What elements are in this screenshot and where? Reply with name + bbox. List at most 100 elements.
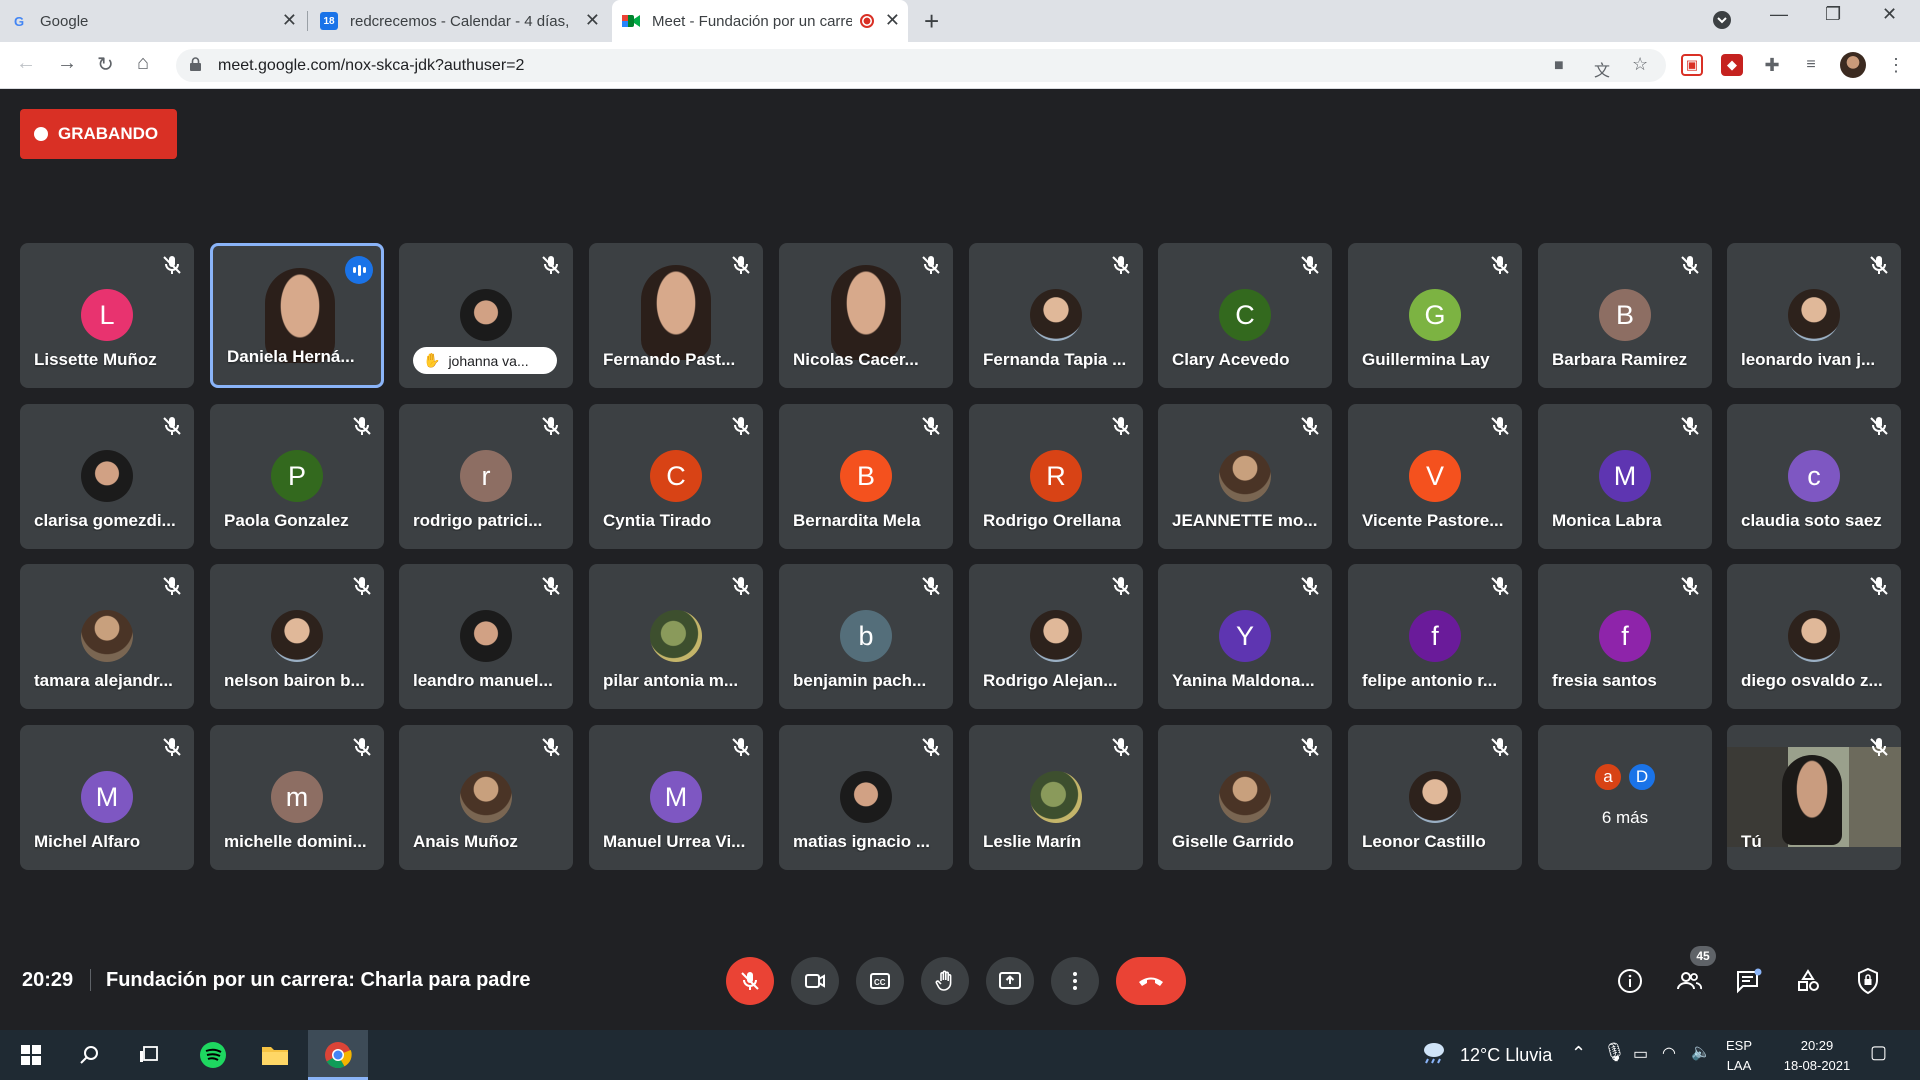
weather-text[interactable]: 12°C Lluvia xyxy=(1460,1045,1552,1066)
weather-icon[interactable] xyxy=(1419,1040,1447,1069)
self-view-tile[interactable]: Tú xyxy=(1727,725,1901,870)
participant-tile[interactable]: JEANNETTE mo... xyxy=(1158,404,1332,549)
participant-tile[interactable]: Anais Muñoz xyxy=(399,725,573,870)
file-explorer-icon[interactable] xyxy=(260,1040,290,1070)
host-controls-button[interactable] xyxy=(1853,966,1883,996)
back-icon[interactable]: ← xyxy=(16,52,36,75)
participant-tile[interactable]: Giselle Garrido xyxy=(1158,725,1332,870)
participant-tile[interactable]: leandro manuel... xyxy=(399,564,573,709)
language-primary[interactable]: ESP xyxy=(1722,1038,1756,1053)
browser-menu-icon[interactable]: ⋮ xyxy=(1885,54,1907,76)
avatar-photo xyxy=(81,450,133,502)
activities-button[interactable] xyxy=(1793,966,1823,996)
translate-icon[interactable]: 文 xyxy=(1594,57,1610,81)
participant-tile[interactable]: b benjamin pach... xyxy=(779,564,953,709)
participant-tile[interactable]: Leonor Castillo xyxy=(1348,725,1522,870)
participant-tile[interactable]: diego osvaldo z... xyxy=(1727,564,1901,709)
participant-tile[interactable]: f felipe antonio r... xyxy=(1348,564,1522,709)
tab-meet[interactable]: Meet - Fundación por un carrera ✕ xyxy=(612,0,908,42)
address-bar[interactable]: meet.google.com/nox-skca-jdk?authuser=2 … xyxy=(176,49,1666,82)
meeting-details-button[interactable] xyxy=(1615,966,1645,996)
tab-google[interactable]: G Google ✕ xyxy=(0,0,305,42)
participant-tile[interactable]: G Guillermina Lay xyxy=(1348,243,1522,388)
lock-icon[interactable] xyxy=(190,57,201,71)
language-secondary[interactable]: LAA xyxy=(1722,1058,1756,1073)
participant-tile[interactable]: Fernando Past... xyxy=(589,243,763,388)
tab-search-icon[interactable] xyxy=(1712,10,1732,35)
puzzle-icon[interactable]: ✚ xyxy=(1761,54,1783,76)
reload-icon[interactable]: ↻ xyxy=(97,52,114,77)
participants-button[interactable] xyxy=(1674,966,1704,996)
taskbar-time[interactable]: 20:29 xyxy=(1768,1038,1866,1053)
chrome-icon[interactable] xyxy=(323,1040,353,1070)
participant-tile[interactable]: Y Yanina Maldona... xyxy=(1158,564,1332,709)
microphone-tray-icon[interactable]: 🎙 xyxy=(1603,1042,1626,1063)
participant-tile[interactable]: matias ignacio ... xyxy=(779,725,953,870)
more-options-button[interactable] xyxy=(1051,957,1099,1005)
participant-name: Daniela Herná... xyxy=(227,347,355,366)
participant-tile[interactable]: Daniela Herná... xyxy=(210,243,384,388)
taskbar-date[interactable]: 18-08-2021 xyxy=(1768,1058,1866,1073)
camera-permission-icon[interactable]: ■ xyxy=(1554,57,1564,75)
participant-tile[interactable]: m michelle domini... xyxy=(210,725,384,870)
captions-button[interactable]: CC xyxy=(856,957,904,1005)
participant-tile[interactable]: Nicolas Cacer... xyxy=(779,243,953,388)
participant-tile[interactable]: f fresia santos xyxy=(1538,564,1712,709)
participant-tile[interactable]: nelson bairon b... xyxy=(210,564,384,709)
more-participants-tile[interactable]: aD 6 más xyxy=(1538,725,1712,870)
participant-tile[interactable]: L Lissette Muñoz xyxy=(20,243,194,388)
leave-call-button[interactable] xyxy=(1116,957,1186,1005)
forward-icon[interactable]: → xyxy=(57,52,77,75)
participant-tile[interactable]: Leslie Marín xyxy=(969,725,1143,870)
notifications-icon[interactable]: ▢ xyxy=(1870,1042,1887,1063)
profile-avatar[interactable] xyxy=(1840,52,1866,78)
participant-tile[interactable]: M Monica Labra xyxy=(1538,404,1712,549)
participant-tile[interactable]: Rodrigo Alejan... xyxy=(969,564,1143,709)
participant-tile[interactable]: R Rodrigo Orellana xyxy=(969,404,1143,549)
spotify-icon[interactable] xyxy=(198,1040,228,1070)
participant-tile[interactable]: B Bernardita Mela xyxy=(779,404,953,549)
participant-tile[interactable]: leonardo ivan j... xyxy=(1727,243,1901,388)
participant-tile[interactable]: c claudia soto saez xyxy=(1727,404,1901,549)
new-tab-button[interactable]: + xyxy=(924,6,939,37)
participant-tile[interactable]: M Manuel Urrea Vi... xyxy=(589,725,763,870)
search-icon[interactable] xyxy=(74,1040,104,1070)
bookmark-star-icon[interactable]: ☆ xyxy=(1632,54,1648,75)
tab-calendar[interactable]: 18 redcrecemos - Calendar - 4 días, ✕ xyxy=(310,0,608,42)
raise-hand-button[interactable] xyxy=(921,957,969,1005)
participant-tile[interactable]: clarisa gomezdi... xyxy=(20,404,194,549)
participant-tile[interactable]: P Paola Gonzalez xyxy=(210,404,384,549)
participant-tile[interactable]: Fernanda Tapia ... xyxy=(969,243,1143,388)
window-close-icon[interactable]: ✕ xyxy=(1882,4,1897,25)
participant-tile[interactable]: M Michel Alfaro xyxy=(20,725,194,870)
participant-tile[interactable]: C Cyntia Tirado xyxy=(589,404,763,549)
minimize-icon[interactable]: — xyxy=(1770,4,1788,25)
task-view-icon[interactable] xyxy=(134,1040,164,1070)
maximize-icon[interactable]: ❐ xyxy=(1825,4,1841,25)
avatar: C xyxy=(650,450,702,502)
chevron-up-icon[interactable]: ⌃ xyxy=(1571,1043,1586,1064)
close-icon[interactable]: ✕ xyxy=(282,10,297,31)
battery-icon[interactable]: ▭ xyxy=(1633,1044,1648,1064)
participant-tile[interactable]: B Barbara Ramirez xyxy=(1538,243,1712,388)
media-control-icon[interactable]: ≡ xyxy=(1800,54,1822,76)
extension-icon[interactable]: ▣ xyxy=(1681,54,1703,76)
participant-tile[interactable]: r rodrigo patrici... xyxy=(399,404,573,549)
participant-tile[interactable]: V Vicente Pastore... xyxy=(1348,404,1522,549)
mic-off-button[interactable] xyxy=(726,957,774,1005)
close-icon[interactable]: ✕ xyxy=(585,10,600,31)
participant-tile[interactable]: ✋ johanna va... xyxy=(399,243,573,388)
wifi-icon[interactable]: ◠ xyxy=(1662,1043,1676,1063)
participant-tile[interactable]: C Clary Acevedo xyxy=(1158,243,1332,388)
participant-tile[interactable]: pilar antonia m... xyxy=(589,564,763,709)
camera-button[interactable] xyxy=(791,957,839,1005)
close-icon[interactable]: ✕ xyxy=(885,10,900,31)
participant-tile[interactable]: tamara alejandr... xyxy=(20,564,194,709)
shield-extension-icon[interactable]: ◆ xyxy=(1721,54,1743,76)
home-icon[interactable]: ⌂ xyxy=(137,52,149,75)
volume-icon[interactable]: 🔈 xyxy=(1691,1042,1711,1062)
windows-start-icon[interactable] xyxy=(16,1040,46,1070)
mic-muted-icon xyxy=(539,253,563,277)
present-button[interactable] xyxy=(986,957,1034,1005)
chat-button[interactable] xyxy=(1734,966,1764,996)
